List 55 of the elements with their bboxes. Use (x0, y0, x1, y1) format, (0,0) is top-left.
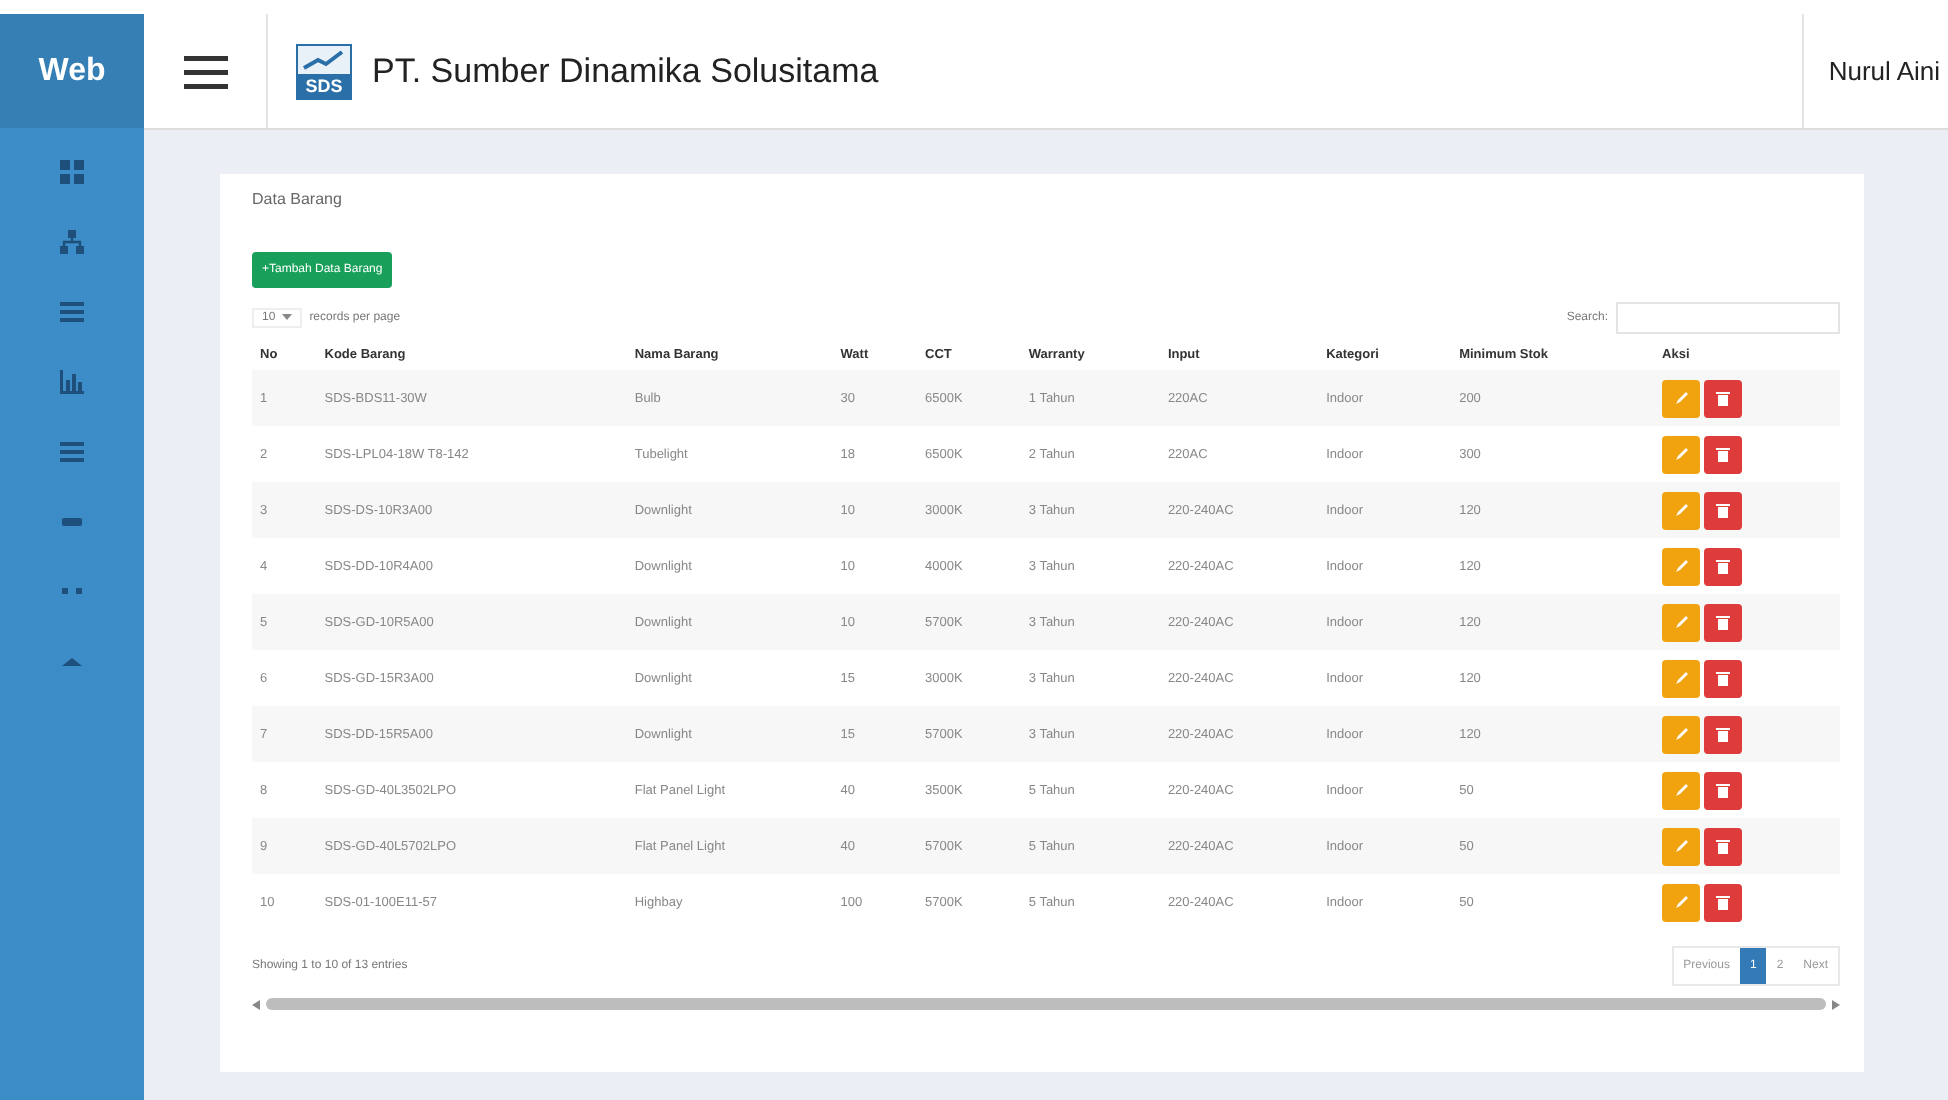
edit-button[interactable] (1662, 827, 1701, 865)
edit-button[interactable] (1662, 379, 1701, 417)
caret-icon (281, 314, 292, 322)
right-arrow-icon[interactable] (1832, 999, 1840, 1009)
pencil-icon (1673, 502, 1690, 518)
delete-button[interactable] (1704, 435, 1743, 473)
brand-title[interactable]: Web (0, 14, 144, 128)
card-title: Data Barang (252, 190, 344, 208)
pencil-icon (1673, 726, 1690, 742)
trash-icon (1716, 390, 1731, 406)
left-arrow-icon[interactable] (252, 999, 260, 1009)
edit-button[interactable] (1662, 491, 1701, 529)
pencil-icon (1673, 390, 1690, 406)
edit-button[interactable] (1662, 771, 1701, 809)
delete-button[interactable] (1704, 715, 1743, 753)
trash-icon (1716, 838, 1731, 854)
delete-button[interactable] (1704, 547, 1743, 585)
pencil-icon (1673, 670, 1690, 686)
user-name[interactable]: Nurul Aini (1802, 14, 1948, 128)
trash-icon (1716, 446, 1731, 462)
pencil-icon (1673, 446, 1690, 462)
bar-chart-icon[interactable] (58, 368, 86, 396)
pencil-icon (1673, 782, 1690, 798)
pencil-icon (1673, 894, 1690, 910)
delete-button[interactable] (1704, 491, 1743, 529)
edit-button[interactable] (1662, 659, 1701, 697)
edit-button[interactable] (1662, 547, 1701, 585)
trash-icon (1716, 558, 1731, 574)
company-logo: SDS (296, 43, 352, 99)
pencil-icon (1673, 614, 1690, 630)
delete-button[interactable] (1704, 883, 1743, 921)
edit-button[interactable] (1662, 435, 1701, 473)
trash-icon (1716, 894, 1731, 910)
list-icon[interactable] (58, 438, 86, 466)
edit-button[interactable] (1662, 883, 1701, 921)
trash-icon (1716, 614, 1731, 630)
company-name: PT. Sumber Dinamika Solusitama (372, 51, 879, 91)
list-icon[interactable] (58, 298, 86, 326)
trash-icon (1716, 670, 1731, 686)
delete-button[interactable] (1704, 379, 1743, 417)
grid-icon[interactable] (58, 158, 86, 186)
delete-button[interactable] (1704, 659, 1743, 697)
pencil-icon (1673, 838, 1690, 854)
pencil-icon (1673, 558, 1690, 574)
delete-button[interactable] (1704, 827, 1743, 865)
horizontal-scrollbar[interactable] (252, 994, 1840, 1014)
edit-button[interactable] (1662, 715, 1701, 753)
sitemap-icon[interactable] (58, 228, 86, 256)
delete-button[interactable] (1704, 603, 1743, 641)
edit-button[interactable] (1662, 603, 1701, 641)
delete-button[interactable] (1704, 771, 1743, 809)
trash-icon (1716, 502, 1731, 518)
trash-icon (1716, 782, 1731, 798)
trash-icon (1716, 726, 1731, 742)
search-field[interactable] (1616, 302, 1840, 334)
